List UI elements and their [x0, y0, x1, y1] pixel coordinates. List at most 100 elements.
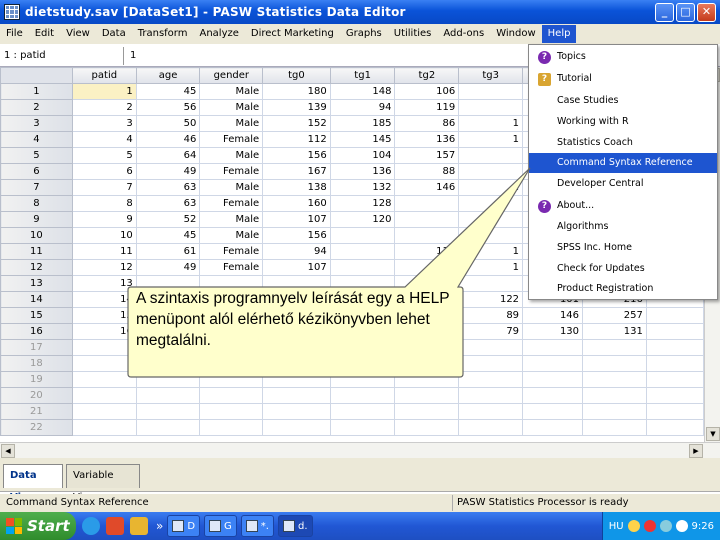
table-cell[interactable] — [645, 371, 704, 388]
row-number[interactable]: 11 — [0, 243, 73, 260]
table-cell[interactable] — [329, 387, 396, 404]
help-menu-topics[interactable]: ? Topics — [529, 47, 717, 67]
menu-window[interactable]: Window — [490, 25, 541, 43]
table-cell[interactable] — [262, 403, 331, 420]
table-cell[interactable] — [522, 403, 584, 420]
table-cell[interactable] — [262, 419, 331, 436]
table-cell[interactable] — [458, 355, 524, 372]
table-cell[interactable] — [458, 419, 524, 436]
ie-browser-icon[interactable] — [82, 517, 100, 535]
table-cell[interactable]: 56 — [135, 99, 201, 116]
row-number[interactable]: 5 — [0, 147, 73, 164]
table-cell[interactable]: 131 — [582, 323, 647, 340]
table-cell[interactable]: 4 — [71, 131, 137, 148]
scroll-right-arrow-icon[interactable]: ▶ — [689, 444, 703, 458]
table-cell[interactable]: 1 — [458, 115, 524, 132]
table-cell[interactable]: 3 — [71, 115, 137, 132]
table-cell[interactable] — [458, 195, 524, 212]
table-cell[interactable]: 88 — [394, 163, 460, 180]
table-cell[interactable]: 49 — [135, 259, 201, 276]
table-cell[interactable]: 1 — [458, 131, 524, 148]
table-cell[interactable] — [522, 419, 584, 436]
table-cell[interactable]: 107 — [262, 211, 331, 228]
row-number[interactable]: 20 — [0, 387, 73, 404]
table-cell[interactable] — [199, 355, 264, 372]
table-row[interactable]: 21 — [0, 403, 704, 420]
table-cell[interactable] — [582, 387, 647, 404]
row-number[interactable]: 21 — [0, 403, 73, 420]
table-cell[interactable] — [645, 307, 704, 324]
table-cell[interactable]: 1 — [71, 83, 137, 100]
table-cell[interactable]: Female — [199, 243, 264, 260]
table-cell[interactable]: 128 — [329, 195, 396, 212]
table-cell[interactable] — [394, 355, 460, 372]
tab-variable-view[interactable]: Variable View — [66, 464, 140, 503]
table-cell[interactable]: 46 — [135, 131, 201, 148]
table-cell[interactable] — [71, 403, 137, 420]
table-cell[interactable] — [329, 243, 396, 260]
table-cell[interactable]: Female — [199, 163, 264, 180]
table-cell[interactable] — [522, 355, 584, 372]
table-cell[interactable] — [135, 387, 201, 404]
taskbar-button-g[interactable]: G — [204, 515, 237, 537]
menu-utilities[interactable]: Utilities — [388, 25, 438, 43]
row-number[interactable]: 10 — [0, 227, 73, 244]
table-cell[interactable]: Female — [199, 195, 264, 212]
table-cell[interactable] — [71, 355, 137, 372]
table-cell[interactable]: 114 — [394, 243, 460, 260]
grid-corner[interactable] — [0, 67, 73, 84]
table-cell[interactable] — [458, 147, 524, 164]
table-cell[interactable]: 52 — [135, 211, 201, 228]
table-cell[interactable] — [645, 339, 704, 356]
table-cell[interactable]: 45 — [135, 227, 201, 244]
column-header[interactable]: tg0 — [262, 67, 331, 84]
table-cell[interactable]: 157 — [394, 147, 460, 164]
table-cell[interactable]: Male — [199, 211, 264, 228]
table-cell[interactable] — [71, 339, 137, 356]
table-cell[interactable] — [394, 387, 460, 404]
table-cell[interactable] — [645, 355, 704, 372]
table-cell[interactable]: 8 — [71, 195, 137, 212]
table-cell[interactable]: 89 — [458, 307, 524, 324]
table-cell[interactable] — [394, 371, 460, 388]
messenger-icon[interactable] — [130, 517, 148, 535]
table-cell[interactable]: 130 — [522, 323, 584, 340]
table-cell[interactable]: 14 — [71, 291, 137, 308]
table-cell[interactable] — [199, 371, 264, 388]
column-header[interactable]: tg2 — [394, 67, 460, 84]
language-indicator[interactable]: HU — [609, 521, 624, 532]
table-cell[interactable] — [135, 371, 201, 388]
table-cell[interactable]: 156 — [262, 227, 331, 244]
table-row[interactable]: 19 — [0, 371, 704, 388]
table-cell[interactable]: 1 — [458, 179, 524, 196]
table-cell[interactable] — [199, 387, 264, 404]
table-cell[interactable]: 49 — [135, 163, 201, 180]
table-cell[interactable]: 7 — [71, 179, 137, 196]
row-number[interactable]: 22 — [0, 419, 73, 436]
taskbar-button-d[interactable]: D — [167, 515, 201, 537]
table-cell[interactable]: Male — [199, 83, 264, 100]
row-number[interactable]: 17 — [0, 339, 73, 356]
column-header[interactable]: patid — [71, 67, 137, 84]
horizontal-scrollbar[interactable]: ◀ ▶ — [0, 442, 720, 458]
help-menu-algorithms[interactable]: Algorithms — [529, 217, 717, 237]
table-cell[interactable] — [522, 371, 584, 388]
table-cell[interactable]: 119 — [394, 99, 460, 116]
tray-network-icon[interactable] — [659, 520, 672, 532]
table-cell[interactable] — [394, 403, 460, 420]
table-cell[interactable]: Female — [199, 259, 264, 276]
table-cell[interactable] — [645, 323, 704, 340]
table-cell[interactable] — [329, 355, 396, 372]
table-cell[interactable]: 1 — [458, 243, 524, 260]
table-cell[interactable] — [522, 339, 584, 356]
table-cell[interactable]: 12 — [71, 259, 137, 276]
table-row[interactable]: 22 — [0, 419, 704, 436]
row-number[interactable]: 6 — [0, 163, 73, 180]
menu-direct-marketing[interactable]: Direct Marketing — [245, 25, 340, 43]
row-number[interactable]: 12 — [0, 259, 73, 276]
table-cell[interactable]: 2 — [71, 99, 137, 116]
table-cell[interactable]: 86 — [394, 115, 460, 132]
table-cell[interactable] — [582, 403, 647, 420]
table-cell[interactable]: Male — [199, 179, 264, 196]
table-cell[interactable] — [394, 211, 460, 228]
